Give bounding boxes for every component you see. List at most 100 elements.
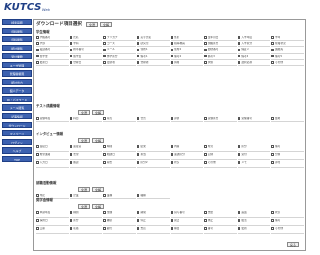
- checkbox-item[interactable]: 更新者: [103, 60, 136, 66]
- sidebar-item[interactable]: ダウンロード: [2, 121, 32, 128]
- checkbox[interactable]: [271, 36, 274, 39]
- section-select-all-button[interactable]: 全選: [78, 204, 91, 209]
- checkbox-item[interactable]: 担当: [136, 152, 170, 160]
- checkbox-item[interactable]: 内容: [170, 144, 204, 152]
- sidebar-item[interactable]: 管理者権限: [2, 70, 32, 77]
- checkbox[interactable]: [136, 194, 140, 197]
- checkbox-item[interactable]: 更新日: [36, 60, 69, 66]
- checkbox[interactable]: [136, 219, 140, 222]
- checkbox[interactable]: [204, 161, 207, 164]
- checkbox-item[interactable]: 得点: [103, 116, 136, 123]
- checkbox[interactable]: [271, 42, 274, 45]
- checkbox-item[interactable]: 区分: [69, 218, 103, 226]
- checkbox[interactable]: [36, 145, 39, 148]
- checkbox-item[interactable]: 金額: [103, 210, 136, 218]
- checkbox-item[interactable]: 状況: [170, 160, 204, 168]
- checkbox[interactable]: [36, 227, 39, 230]
- checkbox-item[interactable]: 種目: [170, 226, 204, 234]
- checkbox-item[interactable]: 状況: [271, 210, 304, 218]
- checkbox[interactable]: [204, 211, 207, 214]
- sidebar-item[interactable]: 統計出力: [2, 78, 32, 86]
- checkbox-item[interactable]: 備考: [271, 144, 304, 152]
- checkbox-item[interactable]: 添付: [271, 160, 304, 168]
- checkbox[interactable]: [69, 194, 73, 197]
- checkbox-item[interactable]: 採用日: [36, 218, 69, 226]
- checkbox-item[interactable]: 更新: [237, 226, 271, 234]
- sidebar-item[interactable]: 資料閲覧: [2, 36, 32, 43]
- checkbox-item[interactable]: その他: [271, 60, 304, 66]
- checkbox-item[interactable]: 記録: [204, 152, 237, 160]
- checkbox[interactable]: [103, 211, 106, 214]
- checkbox[interactable]: [69, 153, 73, 156]
- checkbox[interactable]: [36, 219, 39, 222]
- checkbox-item[interactable]: 受験区分: [204, 116, 237, 123]
- checkbox[interactable]: [204, 42, 207, 45]
- checkbox[interactable]: [170, 36, 174, 39]
- checkbox[interactable]: [136, 145, 140, 148]
- checkbox-item[interactable]: 分類: [271, 152, 304, 160]
- checkbox-item[interactable]: 復活: [237, 218, 271, 226]
- checkbox[interactable]: [103, 42, 106, 45]
- sidebar-item[interactable]: 統計閲覧: [2, 44, 32, 51]
- checkbox-item[interactable]: 相談日: [103, 152, 136, 160]
- select-all-button[interactable]: 全選: [85, 21, 98, 27]
- checkbox[interactable]: [69, 161, 73, 164]
- checkbox[interactable]: [204, 54, 207, 58]
- sidebar-item[interactable]: 資料閲覧: [2, 27, 32, 34]
- sidebar-item[interactable]: メール閲覧: [2, 104, 32, 111]
- checkbox[interactable]: [36, 60, 39, 64]
- checkbox[interactable]: [36, 211, 39, 214]
- checkbox[interactable]: [204, 60, 207, 64]
- checkbox-item[interactable]: 確認: [69, 160, 103, 168]
- checkbox-item[interactable]: 合否: [136, 116, 170, 123]
- checkbox[interactable]: [204, 153, 207, 156]
- checkbox[interactable]: [271, 48, 274, 52]
- checkbox[interactable]: [136, 42, 140, 45]
- checkbox-item[interactable]: 番号: [204, 226, 237, 234]
- checkbox[interactable]: [36, 54, 39, 58]
- checkbox[interactable]: [170, 219, 174, 222]
- checkbox-item[interactable]: 受験番号: [237, 116, 271, 123]
- checkbox[interactable]: [237, 54, 241, 58]
- checkbox-item[interactable]: 区分: [237, 144, 271, 152]
- checkbox[interactable]: [103, 60, 106, 64]
- checkbox-item[interactable]: 期間: [136, 210, 170, 218]
- checkbox-item[interactable]: 時間: [103, 144, 136, 152]
- checkbox[interactable]: [271, 117, 274, 120]
- checkbox[interactable]: [170, 60, 174, 64]
- checkbox-item[interactable]: 報告: [103, 160, 136, 168]
- checkbox[interactable]: [69, 42, 73, 45]
- checkbox-item[interactable]: 名義: [69, 226, 103, 234]
- checkbox[interactable]: [69, 48, 73, 52]
- checkbox[interactable]: [170, 48, 174, 52]
- checkbox[interactable]: [103, 161, 106, 164]
- checkbox[interactable]: [237, 227, 241, 230]
- checkbox[interactable]: [237, 42, 241, 45]
- checkbox[interactable]: [237, 117, 241, 120]
- checkbox-item[interactable]: 状態: [204, 60, 237, 66]
- checkbox-item[interactable]: 企業: [69, 193, 103, 200]
- checkbox-item[interactable]: 受付: [237, 152, 271, 160]
- checkbox[interactable]: [170, 117, 174, 120]
- checkbox[interactable]: [170, 227, 174, 230]
- checkbox[interactable]: [204, 219, 207, 222]
- checkbox[interactable]: [170, 54, 174, 58]
- checkbox[interactable]: [69, 60, 73, 64]
- checkbox-item[interactable]: 面談区分: [170, 152, 204, 160]
- sidebar-item[interactable]: 記事情報: [2, 113, 32, 120]
- sidebar-item[interactable]: ID・パスワード: [2, 95, 32, 103]
- section-select-all-button[interactable]: 全選: [78, 110, 91, 115]
- sidebar-item[interactable]: 受付業務: [2, 53, 32, 60]
- checkbox[interactable]: [103, 227, 106, 230]
- checkbox-item[interactable]: メモ: [237, 160, 271, 168]
- back-button[interactable]: 戻る: [286, 242, 299, 247]
- checkbox-item[interactable]: 志望: [69, 152, 103, 160]
- checkbox[interactable]: [136, 227, 140, 230]
- sidebar-item[interactable]: ログイン: [2, 138, 32, 145]
- checkbox[interactable]: [204, 145, 207, 148]
- checkbox-item[interactable]: 停止: [136, 218, 170, 226]
- checkbox[interactable]: [103, 194, 106, 197]
- checkbox[interactable]: [36, 153, 39, 156]
- section-select-all-button[interactable]: 全選: [78, 138, 91, 143]
- checkbox[interactable]: [36, 36, 39, 39]
